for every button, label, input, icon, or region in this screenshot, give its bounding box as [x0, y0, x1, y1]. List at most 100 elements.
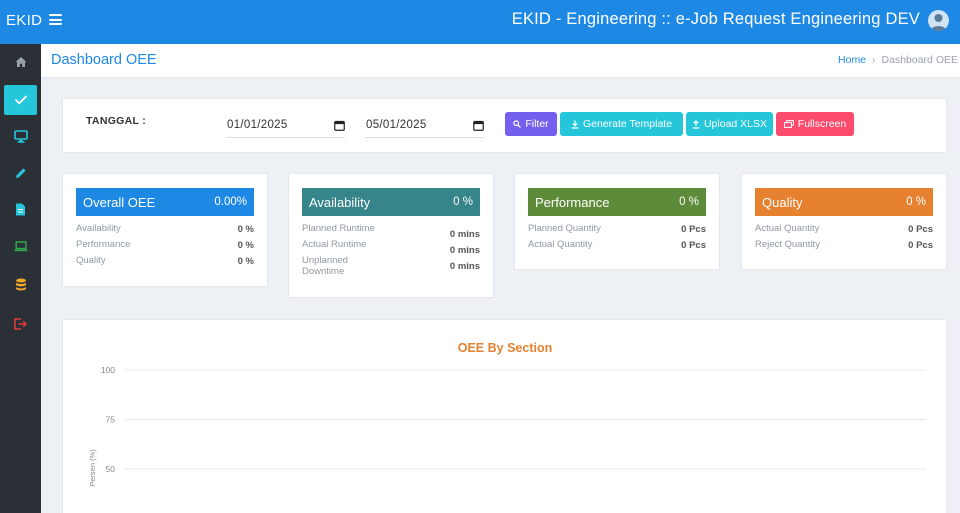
- stat-label: Planned Runtime: [302, 223, 375, 234]
- stat-label: Actual Quantity: [528, 239, 593, 250]
- upload-icon: [692, 119, 700, 129]
- stat-row: Planned Quantity 0 Pcs: [528, 223, 706, 236]
- fullscreen-label: Fullscreen: [797, 118, 847, 130]
- stat-value: 0 Pcs: [681, 224, 706, 235]
- user-avatar[interactable]: [928, 10, 949, 31]
- performance-title: Performance: [535, 195, 610, 210]
- stat-row: Actual Quantity 0 Pcs: [528, 239, 706, 252]
- date-label: TANGGAL :: [86, 115, 147, 127]
- quality-title: Quality: [762, 195, 803, 210]
- start-date-input[interactable]: 01/01/2025: [226, 116, 345, 138]
- sidebar-item-laptop[interactable]: [4, 231, 37, 261]
- home-icon: [15, 57, 26, 67]
- stat-label: Unplanned Downtime: [302, 255, 348, 277]
- stat-value: 0 mins: [449, 229, 480, 240]
- stat-row: Quality 0 %: [76, 255, 254, 268]
- chart-card: OEE By Section 100 75 50 Persen (%): [62, 319, 947, 513]
- performance-value: 0 %: [679, 196, 699, 208]
- brand-logo[interactable]: EKID: [6, 12, 42, 29]
- filter-card: TANGGAL : 01/01/2025 05/01/2025 Filter G…: [62, 98, 947, 153]
- oee-by-section-chart: OEE By Section 100 75 50 Persen (%): [88, 341, 926, 487]
- sidebar-item-logout[interactable]: [4, 309, 37, 339]
- breadcrumb-current: Dashboard OEE: [881, 54, 958, 66]
- calendar-icon[interactable]: [334, 120, 345, 131]
- stat-label: Availability: [76, 223, 121, 234]
- availability-value: 0 %: [453, 196, 473, 208]
- laptop-icon: [14, 240, 27, 251]
- stat-value: 0 %: [237, 256, 254, 267]
- sidebar-item-home[interactable]: [4, 47, 37, 77]
- overall-oee-title: Overall OEE: [83, 195, 156, 210]
- stat-label: Performance: [76, 239, 131, 250]
- generate-template-label: Generate Template: [582, 118, 673, 130]
- breadcrumb: Home › Dashboard OEE: [838, 54, 958, 66]
- stat-value: 0 mins: [449, 245, 480, 256]
- availability-card: Availability 0 % Planned Runtime 0 mins …: [288, 173, 494, 298]
- quality-header: Quality 0 %: [755, 188, 933, 216]
- generate-template-button[interactable]: Generate Template: [560, 112, 683, 136]
- y-axis-label: Persen (%): [88, 449, 97, 487]
- sidebar-item-job-request[interactable]: [4, 85, 37, 115]
- sidebar-item-edit[interactable]: [4, 158, 37, 188]
- fullscreen-button[interactable]: Fullscreen: [776, 112, 854, 136]
- check-icon: [14, 95, 27, 105]
- stat-label: Actual Runtime: [302, 239, 367, 250]
- overall-oee-header: Overall OEE 0.00%: [76, 188, 254, 216]
- end-date-value: 05/01/2025: [366, 119, 427, 131]
- pencil-icon: [15, 168, 26, 178]
- stat-label: Quality: [76, 255, 106, 266]
- page-title: Dashboard OEE: [51, 52, 157, 68]
- stat-value: 0 %: [237, 224, 254, 235]
- stat-row: Reject Quantity 0 Pcs: [755, 239, 933, 252]
- y-tick-label: 50: [106, 464, 116, 474]
- y-tick-label: 100: [101, 365, 115, 375]
- performance-header: Performance 0 %: [528, 188, 706, 216]
- stat-label: Reject Quantity: [755, 239, 820, 250]
- monitor-icon: [13, 129, 28, 143]
- stat-row: Actual Runtime 0 mins: [302, 239, 480, 256]
- stat-row: Performance 0 %: [76, 239, 254, 252]
- stat-value: 0 %: [237, 240, 254, 251]
- stat-value: 0 Pcs: [908, 240, 933, 251]
- stat-value: 0 Pcs: [908, 224, 933, 235]
- overall-oee-card: Overall OEE 0.00% Availability 0 % Perfo…: [62, 173, 268, 287]
- stat-value: 0 Pcs: [681, 240, 706, 251]
- filter-button[interactable]: Filter: [505, 112, 557, 136]
- sidebar-item-document[interactable]: [4, 194, 37, 224]
- top-navbar: EKID EKID - Engineering :: e-Job Request…: [0, 0, 960, 44]
- breadcrumb-separator-icon: ›: [872, 54, 876, 66]
- stat-label: Planned Quantity: [528, 223, 601, 234]
- filter-button-label: Filter: [525, 118, 549, 130]
- availability-title: Availability: [309, 195, 371, 210]
- stat-label: Actual Quantity: [755, 223, 820, 234]
- download-icon: [571, 120, 579, 129]
- calendar-icon[interactable]: [473, 120, 484, 131]
- document-icon: [16, 203, 25, 215]
- sidebar-item-database[interactable]: [4, 269, 37, 299]
- sidebar: [0, 44, 41, 513]
- content-header: Dashboard OEE Home › Dashboard OEE: [41, 44, 960, 78]
- availability-header: Availability 0 %: [302, 188, 480, 216]
- logout-icon: [14, 318, 27, 330]
- app-title: EKID - Engineering :: e-Job Request Engi…: [511, 10, 920, 28]
- quality-card: Quality 0 % Actual Quantity 0 Pcs Reject…: [741, 173, 947, 270]
- menu-toggle-icon[interactable]: [49, 14, 62, 25]
- stat-value: 0 mins: [449, 261, 480, 272]
- stat-row: Actual Quantity 0 Pcs: [755, 223, 933, 236]
- overall-oee-value: 0.00%: [214, 196, 247, 208]
- upload-xlsx-label: Upload XLSX: [703, 118, 768, 130]
- search-icon: [513, 120, 522, 128]
- start-date-value: 01/01/2025: [227, 119, 288, 131]
- stat-row: Availability 0 %: [76, 223, 254, 236]
- quality-value: 0 %: [906, 196, 926, 208]
- upload-xlsx-button[interactable]: Upload XLSX: [686, 112, 773, 136]
- stat-row: Planned Runtime 0 mins: [302, 223, 480, 240]
- window-icon: [783, 120, 794, 128]
- sidebar-item-monitor[interactable]: [4, 121, 37, 151]
- database-icon: [15, 278, 26, 290]
- performance-card: Performance 0 % Planned Quantity 0 Pcs A…: [514, 173, 720, 270]
- breadcrumb-home-link[interactable]: Home: [838, 54, 866, 66]
- end-date-input[interactable]: 05/01/2025: [365, 116, 484, 138]
- stat-row: Unplanned Downtime 0 mins: [302, 255, 480, 280]
- y-tick-label: 75: [106, 415, 116, 425]
